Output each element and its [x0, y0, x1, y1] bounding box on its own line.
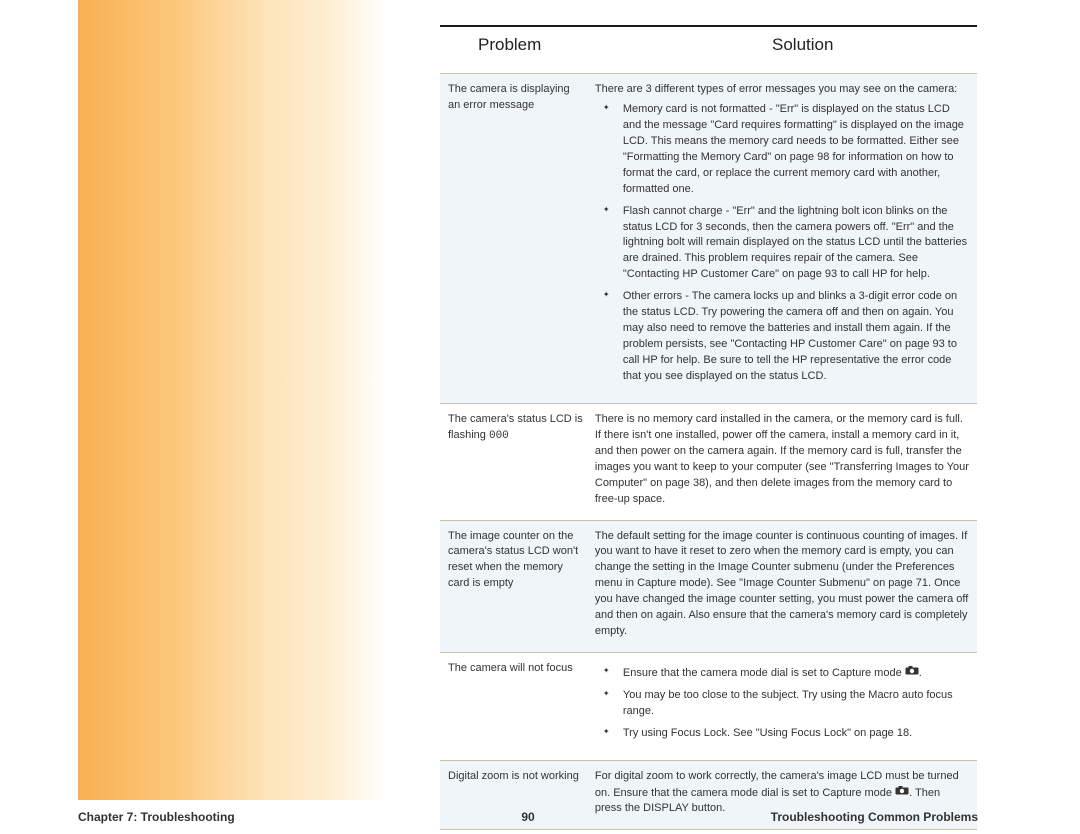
problem-text: The camera's status LCD is flashing: [448, 413, 583, 441]
problem-cell: The camera is displaying an error messag…: [440, 82, 589, 391]
table-row: The camera's status LCD is flashing 000 …: [440, 403, 977, 520]
list-item: Other errors - The camera locks up and b…: [623, 289, 969, 385]
list-item: Try using Focus Lock. See "Using Focus L…: [623, 726, 969, 742]
solution-cell: There is no memory card installed in the…: [589, 412, 977, 508]
list-item: Flash cannot charge - "Err" and the ligh…: [623, 204, 969, 284]
sidebar-gradient: [78, 0, 388, 800]
problem-cell: The camera will not focus: [440, 661, 589, 748]
bullet-list: Memory card is not formatted - "Err" is …: [595, 102, 969, 385]
solution-cell: The default setting for the image counte…: [589, 529, 977, 641]
bullet-pre: Ensure that the camera mode dial is set …: [623, 667, 905, 679]
bullet-post: .: [919, 667, 922, 679]
table-row: The image counter on the camera's status…: [440, 520, 977, 653]
table-row: The camera is displaying an error messag…: [440, 73, 977, 403]
problem-cell: The image counter on the camera's status…: [440, 529, 589, 641]
header-solution: Solution: [718, 35, 833, 55]
footer-page-number: 90: [521, 810, 534, 824]
table-row: The camera will not focus Ensure that th…: [440, 652, 977, 760]
solution-cell: Ensure that the camera mode dial is set …: [589, 661, 977, 748]
troubleshooting-table: The camera is displaying an error messag…: [440, 73, 977, 830]
list-item: Ensure that the camera mode dial is set …: [623, 665, 969, 682]
camera-icon: [905, 665, 919, 681]
page-footer: Chapter 7: Troubleshooting 90 Troublesho…: [78, 810, 978, 824]
header-problem: Problem: [440, 35, 718, 55]
footer-chapter: Chapter 7: Troubleshooting: [78, 810, 235, 824]
solution-lead: There are 3 different types of error mes…: [595, 82, 969, 98]
code-text: 000: [489, 430, 509, 442]
camera-icon: [895, 785, 909, 801]
list-item: You may be too close to the subject. Try…: [623, 688, 969, 720]
page: Problem Solution The camera is displayin…: [0, 0, 1080, 834]
solution-cell: There are 3 different types of error mes…: [589, 82, 977, 391]
header-rule: [440, 25, 977, 27]
bullet-list: Ensure that the camera mode dial is set …: [595, 665, 969, 742]
footer-section: Troubleshooting Common Problems: [771, 810, 978, 824]
table-header-row: Problem Solution: [440, 35, 977, 55]
problem-cell: The camera's status LCD is flashing 000: [440, 412, 589, 508]
list-item: Memory card is not formatted - "Err" is …: [623, 102, 969, 198]
